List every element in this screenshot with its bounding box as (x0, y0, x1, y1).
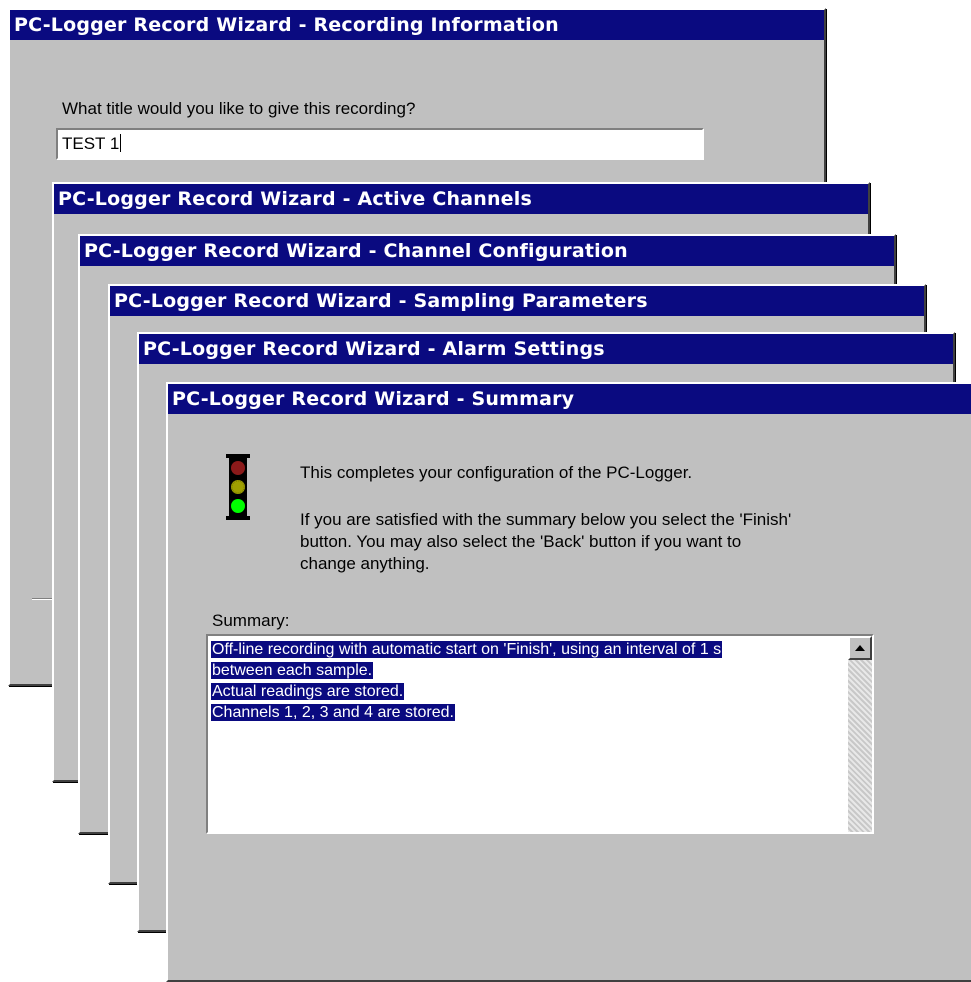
summary-line-wrap: Actual readings are stored. (211, 681, 722, 702)
scroll-up-button[interactable] (848, 636, 872, 660)
instruction-line: If you are satisfied with the summary be… (300, 510, 792, 529)
summary-line-wrap: Channels 1, 2, 3 and 4 are stored. (211, 702, 722, 723)
scroll-up-arrow-icon (855, 645, 865, 651)
channel-config-titlebar: PC-Logger Record Wizard - Channel Config… (80, 236, 894, 266)
summary-intro-text: This completes your configuration of the… (300, 463, 693, 482)
alarm-settings-titlebar: PC-Logger Record Wizard - Alarm Settings (139, 334, 953, 364)
summary-textarea[interactable]: Off-line recording with automatic start … (206, 634, 874, 834)
summary-line-wrap: Off-line recording with automatic start … (211, 639, 723, 660)
summary-line: Off-line recording with automatic start … (211, 641, 723, 658)
summary-line: between each sample. (211, 662, 374, 679)
traffic-light-icon (224, 454, 252, 520)
summary-window: PC-Logger Record Wizard - Summary This c… (166, 382, 971, 982)
recording-info-titlebar: PC-Logger Record Wizard - Recording Info… (10, 10, 824, 40)
summary-text-content: Off-line recording with automatic start … (211, 639, 723, 723)
text-caret (120, 134, 122, 152)
summary-instructions: If you are satisfied with the summary be… (300, 509, 791, 575)
instruction-line: button. You may also select the 'Back' b… (300, 532, 742, 551)
summary-line-wrap: between each sample. (211, 660, 722, 681)
active-channels-titlebar: PC-Logger Record Wizard - Active Channel… (54, 184, 868, 214)
instruction-line: change anything. (300, 554, 430, 573)
sampling-params-titlebar: PC-Logger Record Wizard - Sampling Param… (110, 286, 924, 316)
recording-title-input[interactable]: TEST 1 (56, 128, 704, 160)
summary-titlebar: PC-Logger Record Wizard - Summary (168, 384, 971, 414)
recording-title-value: TEST 1 (62, 134, 120, 153)
summary-label: Summary: (212, 611, 290, 630)
summary-scrollbar[interactable] (848, 636, 872, 832)
summary-line: Channels 1, 2, 3 and 4 are stored. (211, 704, 455, 721)
recording-title-prompt: What title would you like to give this r… (62, 99, 416, 118)
summary-line: Actual readings are stored. (211, 683, 405, 700)
